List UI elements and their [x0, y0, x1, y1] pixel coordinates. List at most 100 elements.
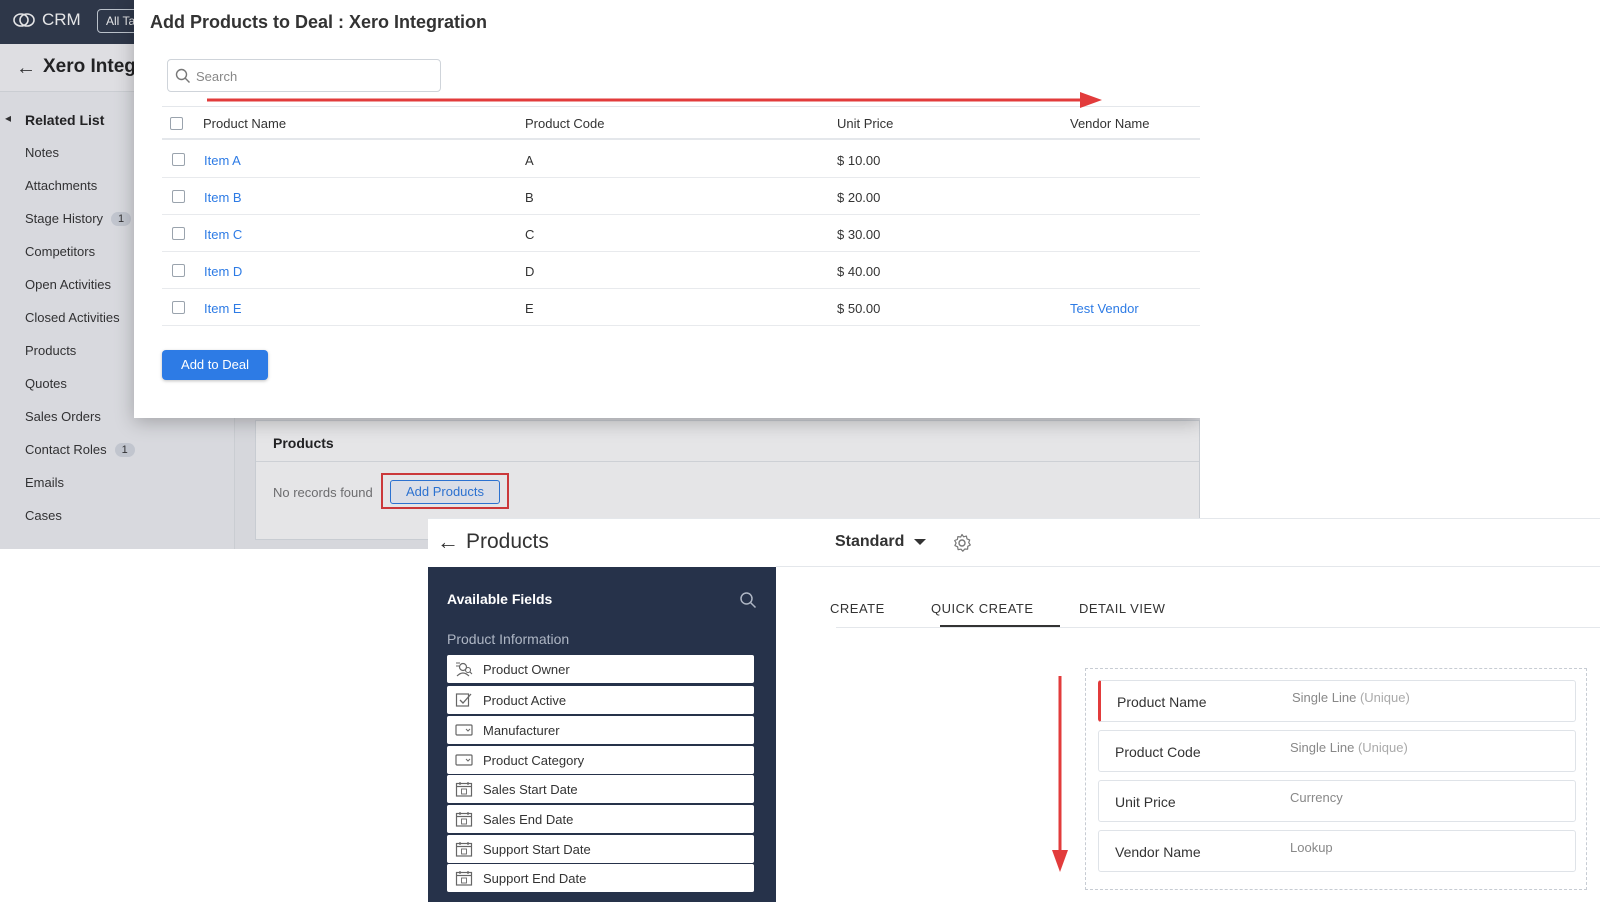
product-name-link[interactable]: Item A [204, 153, 241, 168]
calendar-icon [455, 811, 473, 827]
search-box[interactable] [167, 59, 441, 92]
unit-price: $ 40.00 [837, 264, 881, 279]
row-checkbox[interactable] [172, 190, 185, 203]
module-title: Products [466, 530, 549, 553]
back-arrow-icon[interactable]: ← [437, 529, 459, 555]
form-field-vendor-name[interactable]: Vendor Name Lookup [1098, 830, 1576, 872]
annotation-arrow-right-icon [207, 92, 1102, 108]
field-chip-label: Sales Start Date [483, 781, 578, 797]
vendor-name-link[interactable]: Test Vendor [1070, 301, 1139, 316]
field-type-text: Single Line [1292, 690, 1357, 705]
layout-editor: ← Products Standard Available Fields Pro… [428, 518, 1600, 902]
chevron-down-icon [914, 539, 927, 545]
search-icon[interactable] [739, 591, 757, 609]
picklist-icon [455, 752, 473, 768]
calendar-icon [455, 841, 473, 857]
field-chip-label: Manufacturer [483, 722, 560, 738]
product-code: D [525, 264, 535, 279]
form-field-product-name[interactable]: Product Name Single Line (Unique) [1098, 680, 1576, 722]
field-chip-support-start-date[interactable]: Support Start Date [447, 835, 754, 863]
product-name-link[interactable]: Item B [204, 190, 242, 205]
annotation-arrow-down-icon [1052, 676, 1068, 872]
table-row[interactable]: Item B B $ 20.00 [162, 179, 1200, 215]
row-checkbox[interactable] [172, 264, 185, 277]
form-field-label: Product Name [1117, 694, 1207, 710]
unit-price: $ 30.00 [837, 227, 881, 242]
product-name-link[interactable]: Item E [204, 301, 242, 316]
tab-quick-create[interactable]: QUICK CREATE [931, 601, 1034, 616]
unique-flag: (Unique) [1359, 690, 1410, 705]
select-all-checkbox[interactable] [170, 117, 183, 130]
form-field-label: Vendor Name [1115, 844, 1201, 860]
checkbox-icon [455, 692, 473, 708]
layout-dropdown[interactable]: Standard [835, 533, 927, 551]
header-divider [776, 566, 1600, 567]
tab-create[interactable]: CREATE [830, 601, 885, 616]
unique-flag: (Unique) [1357, 740, 1408, 755]
calendar-icon [455, 870, 473, 886]
unit-price: $ 20.00 [837, 190, 881, 205]
field-chip-label: Product Active [483, 692, 567, 708]
crm-record-view: CRM All Ta ← Xero Integ ◂ Related List N… [0, 0, 1200, 549]
form-field-type: Currency [1290, 790, 1343, 805]
table-row[interactable]: Item A A $ 10.00 [162, 142, 1200, 178]
product-name-link[interactable]: Item D [204, 264, 242, 279]
field-chip-label: Support Start Date [483, 841, 591, 857]
row-checkbox[interactable] [172, 227, 185, 240]
field-type-text: Currency [1290, 790, 1343, 805]
table-row[interactable]: Item E E $ 50.00 Test Vendor [162, 290, 1200, 326]
tabs-divider [836, 627, 1600, 628]
search-input[interactable] [196, 64, 436, 88]
add-to-deal-button[interactable]: Add to Deal [162, 350, 268, 380]
field-chip-sales-start-date[interactable]: Sales Start Date [447, 775, 754, 803]
unit-price: $ 10.00 [837, 153, 881, 168]
available-fields-panel: Available Fields Product Information Pro… [428, 567, 776, 902]
form-field-type: Lookup [1290, 840, 1333, 855]
section-title: Product Information [447, 631, 570, 647]
form-field-label: Product Code [1115, 744, 1201, 760]
tab-detail-view[interactable]: DETAIL VIEW [1079, 601, 1165, 616]
product-name-link[interactable]: Item C [204, 227, 242, 242]
search-icon [175, 68, 190, 83]
product-code: A [525, 153, 534, 168]
product-code: E [525, 301, 534, 316]
form-field-product-code[interactable]: Product Code Single Line (Unique) [1098, 730, 1576, 772]
add-products-modal: Add Products to Deal : Xero Integration … [134, 0, 1200, 418]
field-chip-product-owner[interactable]: Product Owner [447, 655, 754, 683]
available-fields-title: Available Fields [447, 591, 553, 607]
column-header-product-name[interactable]: Product Name [203, 116, 286, 131]
field-chip-manufacturer[interactable]: Manufacturer [447, 716, 754, 744]
picklist-icon [455, 722, 473, 738]
column-header-vendor-name[interactable]: Vendor Name [1070, 116, 1150, 131]
field-type-text: Lookup [1290, 840, 1333, 855]
field-chip-product-category[interactable]: Product Category [447, 746, 754, 774]
table-row[interactable]: Item C C $ 30.00 [162, 216, 1200, 252]
field-chip-product-active[interactable]: Product Active [447, 686, 754, 714]
row-checkbox[interactable] [172, 153, 185, 166]
field-chip-label: Product Owner [483, 661, 570, 677]
layout-name: Standard [835, 533, 905, 550]
column-header-unit-price[interactable]: Unit Price [837, 116, 893, 131]
active-tab-indicator [940, 625, 1060, 627]
field-chip-sales-end-date[interactable]: Sales End Date [447, 805, 754, 833]
gear-icon[interactable] [952, 533, 972, 553]
product-code: C [525, 227, 535, 242]
quick-create-form: Product Name Single Line (Unique) Product … [1085, 668, 1587, 890]
field-chip-label: Sales End Date [483, 811, 574, 827]
product-code: B [525, 190, 534, 205]
form-field-label: Unit Price [1115, 794, 1176, 810]
unit-price: $ 50.00 [837, 301, 881, 316]
modal-title: Add Products to Deal : Xero Integration [150, 12, 488, 32]
form-field-unit-price[interactable]: Unit Price Currency [1098, 780, 1576, 822]
form-field-type: Single Line (Unique) [1292, 690, 1410, 705]
field-type-text: Single Line [1290, 740, 1355, 755]
field-chip-label: Support End Date [483, 870, 587, 886]
calendar-icon [455, 781, 473, 797]
user-lookup-icon [455, 661, 473, 677]
row-checkbox[interactable] [172, 301, 185, 314]
column-header-product-code[interactable]: Product Code [525, 116, 605, 131]
field-chip-support-end-date[interactable]: Support End Date [447, 864, 754, 892]
table-row[interactable]: Item D D $ 40.00 [162, 253, 1200, 289]
table-header: Product Name Product Code Unit Price Ven… [162, 106, 1200, 140]
form-field-type: Single Line (Unique) [1290, 740, 1408, 755]
